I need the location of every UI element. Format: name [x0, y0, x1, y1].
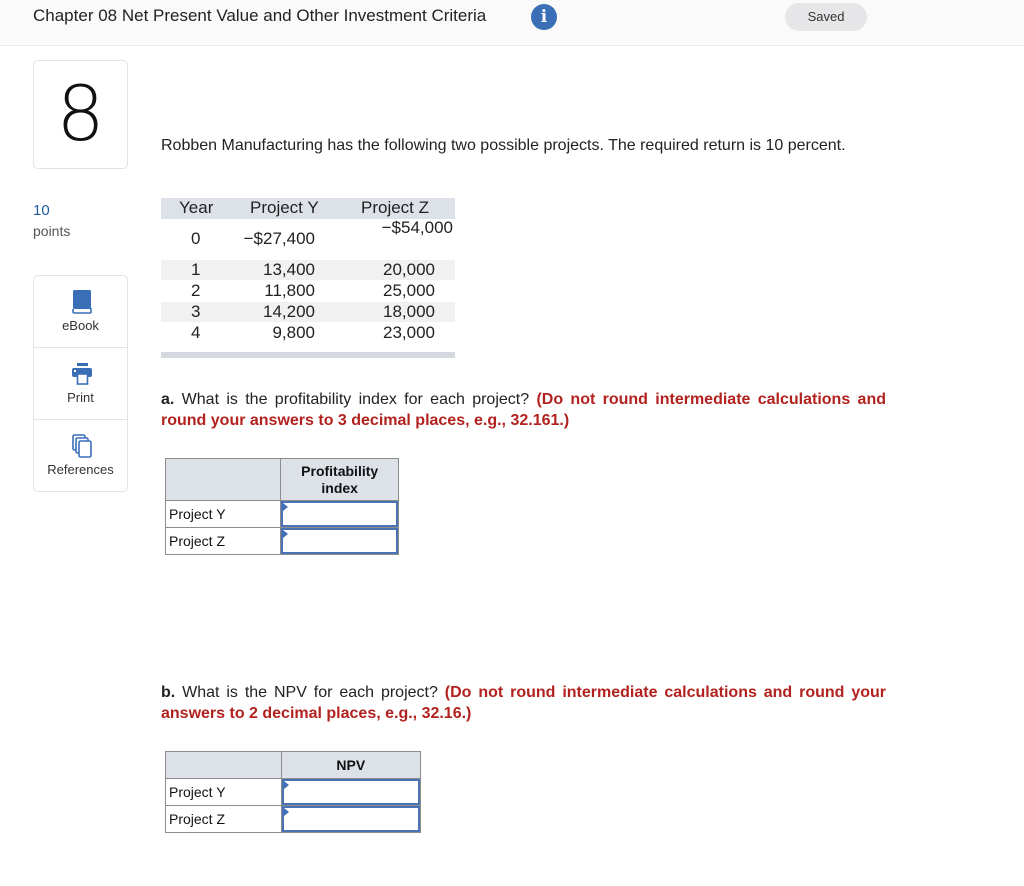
- cf-project-z-value: 23,000: [383, 323, 435, 342]
- part-b-question: b. What is the NPV for each project? (Do…: [161, 682, 886, 724]
- print-label: Print: [67, 390, 94, 405]
- cash-flow-table-footer: [161, 352, 455, 358]
- table-row: Project Z: [165, 805, 422, 833]
- cf-project-y-value: 9,800: [272, 323, 315, 342]
- ebook-button[interactable]: eBook: [34, 276, 127, 348]
- cf-project-z-value: 20,000: [383, 260, 435, 279]
- cf-project-y-value: −$27,400: [243, 229, 315, 248]
- documents-icon: [72, 434, 92, 458]
- npv-input-cell: [280, 805, 422, 833]
- cf-project-z-value: −$54,000: [381, 218, 453, 237]
- npv-table: NPV Project Y Project Z: [165, 751, 422, 833]
- part-b-letter: b.: [161, 684, 176, 701]
- cf-header-project-z: Project Z: [361, 198, 430, 217]
- saved-status-badge: Saved: [785, 3, 867, 31]
- cf-header-year: Year: [179, 198, 214, 217]
- npv-project-y-input[interactable]: [281, 779, 420, 805]
- pi-row-label-project-y: Project Y: [164, 500, 282, 528]
- chapter-title: Chapter 08 Net Present Value and Other I…: [33, 6, 487, 25]
- pi-column-header: Profitability index: [280, 458, 399, 501]
- pi-row-label-project-z: Project Z: [164, 527, 282, 555]
- pi-project-y-input[interactable]: [281, 501, 398, 527]
- cf-project-z-value: 18,000: [383, 302, 435, 321]
- npv-row-label-project-z: Project Z: [165, 805, 282, 833]
- info-icon[interactable]: i: [531, 4, 557, 30]
- table-row: Project Y: [164, 500, 399, 528]
- cf-year: 0: [191, 229, 201, 248]
- printer-icon: [72, 363, 92, 385]
- question-number-box: 8: [33, 60, 128, 169]
- ebook-label: eBook: [62, 318, 99, 333]
- part-a-letter: a.: [161, 391, 175, 408]
- npv-column-header: NPV: [280, 751, 422, 779]
- profitability-index-table: Profitability index Project Y Project Z: [164, 458, 399, 555]
- cf-year: 1: [191, 260, 201, 279]
- print-button[interactable]: Print: [34, 348, 127, 420]
- points-label: points: [33, 223, 71, 239]
- cf-header-project-y: Project Y: [250, 198, 319, 217]
- tools-panel: eBook Print References: [33, 275, 128, 492]
- cf-project-y-value: 11,800: [264, 281, 315, 300]
- points-value: 10: [33, 202, 50, 219]
- part-b-text: What is the NPV for each project?: [175, 684, 445, 701]
- npv-project-z-input[interactable]: [281, 806, 420, 832]
- table-row: Project Y: [165, 778, 422, 806]
- problem-intro: Robben Manufacturing has the following t…: [161, 137, 846, 154]
- pi-input-cell: [280, 527, 399, 555]
- pi-project-z-input[interactable]: [281, 528, 398, 554]
- npv-input-cell: [280, 778, 422, 806]
- cf-year: 4: [191, 323, 201, 342]
- pi-blank-header: [164, 458, 282, 501]
- top-bar: Chapter 08 Net Present Value and Other I…: [0, 0, 1024, 46]
- cf-project-y-value: 13,400: [263, 260, 315, 279]
- cf-year: 3: [191, 302, 201, 321]
- npv-row-label-project-y: Project Y: [165, 778, 282, 806]
- part-a-text: What is the profitability index for each…: [174, 391, 537, 408]
- table-row: Project Z: [164, 527, 399, 555]
- pi-input-cell: [280, 500, 399, 528]
- cf-project-y-value: 14,200: [263, 302, 315, 321]
- cf-year: 2: [191, 281, 201, 300]
- references-button[interactable]: References: [34, 420, 127, 491]
- npv-blank-header: [165, 751, 282, 779]
- cf-project-z-value: 25,000: [383, 281, 435, 300]
- references-label: References: [47, 462, 114, 477]
- question-number: 8: [56, 69, 105, 158]
- part-a-question: a. What is the profitability index for e…: [161, 389, 886, 431]
- book-icon: [72, 290, 92, 314]
